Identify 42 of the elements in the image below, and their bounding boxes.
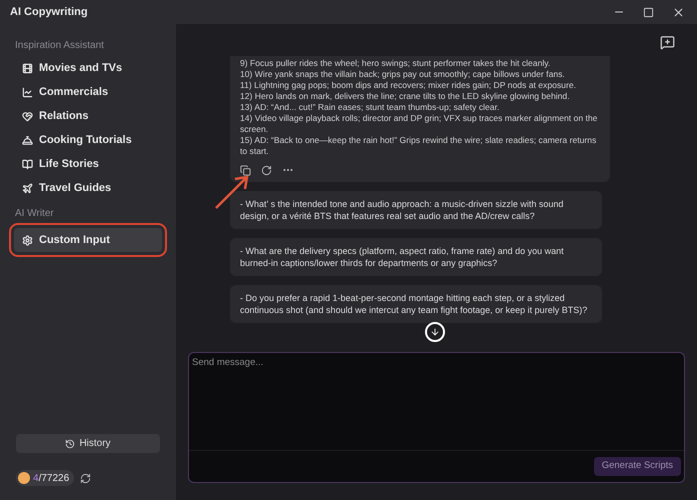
window-title: AI Copywriting: [9, 4, 89, 20]
history-button[interactable]: History: [16, 434, 160, 453]
regenerate-icon[interactable]: [261, 164, 272, 176]
nav-item[interactable]: Travel Guides: [14, 176, 162, 200]
clock-icon: [65, 438, 76, 448]
question-bubble: - What are the delivery specs (platform, aspect ratio, frame rate) and do you want burned-in captions/lower thirds for departments or any graphics?: [230, 238, 602, 276]
book-icon: [22, 158, 33, 170]
scroll-down-button[interactable]: [425, 322, 445, 342]
message-input[interactable]: Send message...: [189, 353, 684, 451]
coin-icon: [18, 472, 30, 484]
refresh-icon[interactable]: [80, 472, 92, 484]
airplane-icon: [22, 182, 33, 194]
nav-item[interactable]: Life Stories: [14, 152, 162, 176]
credits-count: 4/77226: [33, 472, 70, 486]
section-heading: AI Writer: [14, 207, 55, 221]
nav-item[interactable]: Cooking Tutorials: [14, 128, 162, 152]
maximize-icon[interactable]: [643, 6, 654, 18]
nav-item[interactable]: Movies and TVs: [14, 56, 162, 80]
nav-item[interactable]: Commercials: [14, 80, 162, 104]
question-bubble: - Do you prefer a rapid 1-beat-per-second montage hitting each step, or a stylized continuous shot (and should we intercut any team fight footage, or keep it purely BTS)?: [230, 285, 602, 323]
nav-item[interactable]: Custom Input: [14, 228, 162, 252]
close-icon[interactable]: [672, 6, 685, 18]
section-heading: Inspiration Assistant: [14, 39, 105, 53]
reply-line: 13) AD: “And... cut!” Rain eases; stunt team thumbs-up; safety clear.: [240, 102, 500, 113]
reply-line: 10) Wire yank snaps the villain back; grips pay out smoothly; cape billows under fans.: [240, 69, 566, 80]
nav-item[interactable]: Relations: [14, 104, 162, 128]
cloche-icon: [22, 134, 33, 146]
arrow-down-icon: [430, 327, 440, 337]
reply-line: 14) Video village playback rolls; director and DP grin; VFX sup traces marker alignment on the screen.: [240, 113, 598, 135]
copy-icon[interactable]: [240, 164, 251, 176]
question-bubble: - What’ s the intended tone and audio approach: a music-driven sizzle with sound design, or a vérité BTS that features real set audio and the AD/crew calls?: [230, 191, 602, 229]
reply-line: 9) Focus puller rides the wheel; hero swings; stunt performer takes the hit cleanly.: [240, 58, 552, 69]
new-chat-icon[interactable]: [660, 35, 675, 50]
generate-scripts-button[interactable]: Generate Scripts: [594, 457, 681, 476]
film-reel-icon: [22, 62, 33, 74]
message-composer[interactable]: Send message... Generate Scripts: [188, 352, 685, 483]
reply-line: 12) Hero lands on mark, delivers the line; crane tilts to the LED skyline glowing behind.: [240, 91, 571, 102]
heart-hands-icon: [22, 110, 33, 122]
reply-line: 15) AD: “Back to one—keep the rain hot!” Grips rewind the wire; slate readies; camera returns to start.: [240, 135, 598, 157]
gear-icon: [22, 234, 33, 246]
reply-line: 11) Lightning gag pops; boom dips and recovers; mixer rides gain; DP nods at exposure.: [240, 80, 577, 91]
chart-icon: [22, 86, 33, 98]
